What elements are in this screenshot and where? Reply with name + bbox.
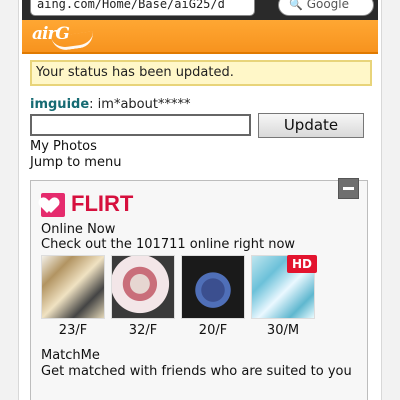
profile-caption-1: 23/F <box>58 323 88 338</box>
device-bezel-left <box>0 0 19 400</box>
jump-to-menu-link[interactable]: Jump to menu <box>30 155 121 171</box>
online-count-link[interactable]: Check out the 101711 online right now <box>41 237 295 252</box>
quick-links: My Photos Jump to menu <box>30 139 121 171</box>
flirt-label: FLIRT <box>71 191 134 216</box>
phone-screen: aing.com/Home/Base/aiG25/d 🔍 Google airG … <box>22 0 378 400</box>
device-bezel-right <box>381 0 400 400</box>
search-engine-field[interactable]: 🔍 Google <box>278 0 374 16</box>
browser-bar: aing.com/Home/Base/aiG25/d 🔍 Google <box>22 0 378 20</box>
profile-photo-2[interactable] <box>111 255 175 319</box>
my-photos-link[interactable]: My Photos <box>30 139 121 155</box>
search-icon: 🔍 <box>289 0 303 11</box>
site-header: airG <box>22 20 378 54</box>
heart-icon <box>41 193 65 217</box>
profile-photo-strip: HD 23/F 32/F 20/F 30/M <box>41 255 361 338</box>
update-button[interactable]: Update <box>258 113 364 138</box>
status-input[interactable] <box>30 114 251 136</box>
online-now-heading: Online Now <box>41 222 116 237</box>
profile-caption-2: 32/F <box>128 323 158 338</box>
imguide-link[interactable]: imguide <box>30 97 89 112</box>
matchme-description: Get matched with friends who are suited … <box>41 364 352 379</box>
flirt-panel: FLIRT Online Now Check out the 101711 on… <box>30 178 368 400</box>
collapse-button[interactable] <box>338 178 359 199</box>
hd-badge: HD <box>287 255 317 273</box>
profile-photo-3[interactable] <box>181 255 245 319</box>
status-message: Your status has been updated. <box>30 60 372 86</box>
profile-photo-1[interactable] <box>41 255 105 319</box>
search-engine-label: Google <box>306 0 350 11</box>
profile-caption-4: 30/M <box>266 323 300 338</box>
profile-caption-3: 20/F <box>198 323 228 338</box>
imguide-row: imguide: im*about***** <box>30 97 190 112</box>
matchme-heading[interactable]: MatchMe <box>41 348 100 363</box>
device-frame: aing.com/Home/Base/aiG25/d 🔍 Google airG … <box>0 0 400 400</box>
imguide-text: : im*about***** <box>89 97 191 112</box>
url-field[interactable]: aing.com/Home/Base/aiG25/d <box>30 0 255 16</box>
